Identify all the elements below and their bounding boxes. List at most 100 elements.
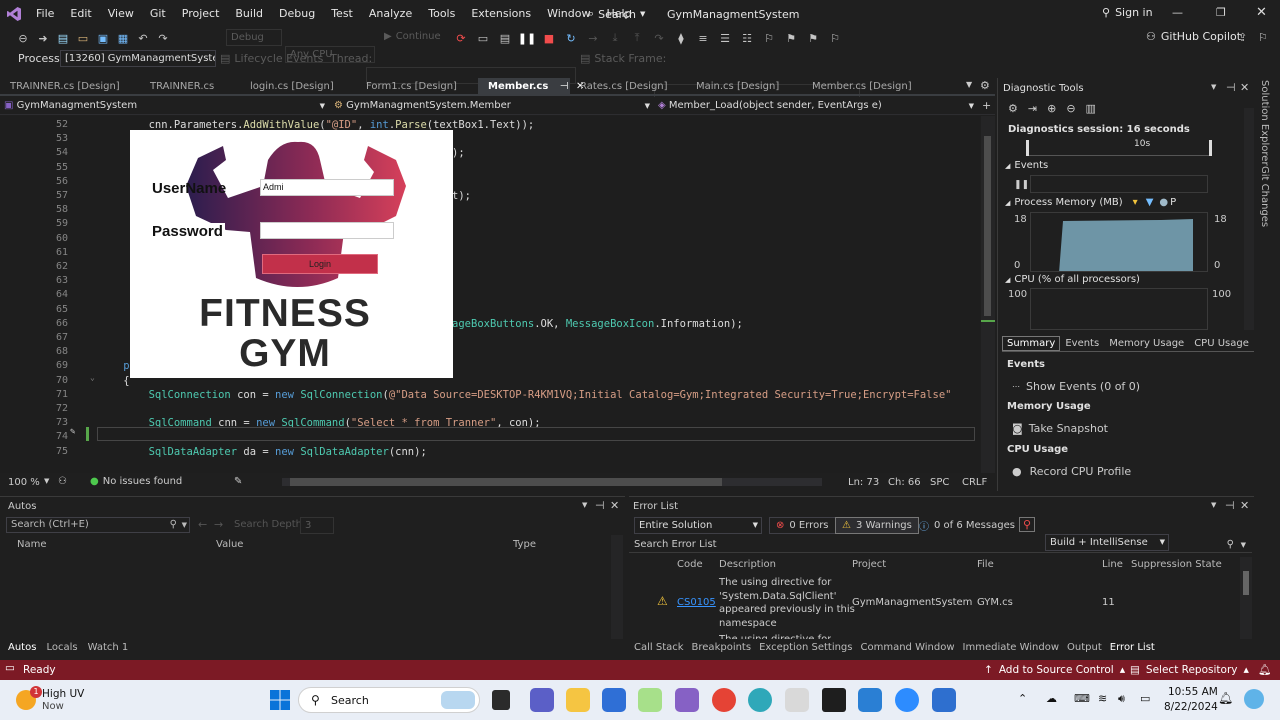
- line-number[interactable]: Ln: 73: [848, 477, 879, 488]
- h-scroll[interactable]: [282, 478, 822, 486]
- store-icon[interactable]: [602, 688, 626, 712]
- char-number[interactable]: Ch: 66: [888, 477, 921, 488]
- tab-locals[interactable]: Locals: [46, 642, 77, 653]
- nav-project-dropdown[interactable]: ▣ GymManagmentSystem ▼: [4, 98, 329, 114]
- teams-icon[interactable]: [530, 688, 554, 712]
- cpu-section[interactable]: ◢ CPU (% of all processors): [1005, 274, 1140, 285]
- error-row[interactable]: ⚠ CS0105 The using directive for 'System…: [629, 573, 1239, 631]
- take-snapshot-button[interactable]: ◙ Take Snapshot: [1012, 422, 1108, 435]
- step-icon[interactable]: →: [584, 29, 602, 47]
- col-file[interactable]: File: [977, 559, 994, 570]
- pin-icon[interactable]: ⊣: [560, 81, 569, 92]
- menu-file[interactable]: File: [28, 0, 62, 28]
- col-line[interactable]: Line: [1102, 559, 1123, 570]
- tab-main-design[interactable]: Main.cs [Design]: [686, 78, 802, 96]
- tray-chevron-icon[interactable]: ⌃: [1018, 692, 1027, 705]
- autos-close-icon[interactable]: ✕: [610, 499, 619, 512]
- tab-login-design[interactable]: login.cs [Design]: [240, 78, 356, 96]
- col-suppression[interactable]: Suppression State: [1131, 559, 1222, 570]
- threads-icon[interactable]: ≡: [694, 29, 712, 47]
- messages-filter[interactable]: ⓘ 0 of 6 Messages: [915, 517, 1019, 534]
- errlist-close-icon[interactable]: ✕: [1240, 499, 1249, 512]
- edge-icon[interactable]: [748, 688, 772, 712]
- feedback-icon[interactable]: ⚐: [1258, 31, 1268, 44]
- quick-actions-icon[interactable]: ✎: [70, 427, 75, 437]
- config-combo[interactable]: Debug: [226, 29, 282, 46]
- open-icon[interactable]: ▭: [74, 29, 92, 47]
- zoom-out-icon[interactable]: ⊖: [1066, 102, 1075, 115]
- diag-pin-icon[interactable]: ⊣: [1226, 81, 1236, 94]
- git-changes-tab[interactable]: Git Changes: [1259, 166, 1270, 227]
- menu-edit[interactable]: Edit: [62, 0, 99, 28]
- bookmark-icon[interactable]: ⚐: [760, 29, 778, 47]
- task-view-icon[interactable]: [492, 690, 510, 710]
- stop-icon[interactable]: ■: [540, 29, 558, 47]
- username-input[interactable]: Admi: [260, 179, 394, 196]
- indent-mode[interactable]: SPC: [930, 477, 949, 488]
- mail-icon[interactable]: [932, 688, 956, 712]
- search-depth-combo[interactable]: 3: [300, 517, 334, 534]
- restart-icon[interactable]: ↻: [562, 29, 580, 47]
- status-output-icon[interactable]: ▭: [5, 662, 15, 674]
- back-icon[interactable]: ⊖: [14, 29, 32, 47]
- errlist-vscroll[interactable]: [1240, 557, 1252, 639]
- close-button[interactable]: ✕: [1256, 5, 1267, 20]
- tab-form1-design[interactable]: Form1.cs [Design]: [356, 78, 476, 96]
- visual-studio-icon[interactable]: [675, 688, 699, 712]
- tab-member-cs[interactable]: Member.cs ⊣ ✕: [478, 78, 584, 96]
- export-icon[interactable]: ⇥: [1028, 102, 1037, 115]
- save-all-icon[interactable]: ▦: [114, 29, 132, 47]
- bookmark-next-icon[interactable]: ⚑: [804, 29, 822, 47]
- bookmark-clear-icon[interactable]: ⚐: [826, 29, 844, 47]
- tab-autos[interactable]: Autos: [8, 642, 36, 653]
- autos-search-input[interactable]: Search (Ctrl+E) ⚲ ▼: [6, 517, 190, 533]
- tab-rates-design[interactable]: Rates.cs [Design]: [570, 78, 686, 96]
- search-menu[interactable]: ⌕ Search ▼: [588, 6, 645, 22]
- password-input[interactable]: [260, 222, 394, 239]
- uncomment-icon[interactable]: ☷: [738, 29, 756, 47]
- chart-icon[interactable]: ▥: [1086, 102, 1096, 115]
- menu-view[interactable]: View: [100, 0, 142, 28]
- battery-icon[interactable]: ▭: [1140, 692, 1150, 705]
- scroll-thumb[interactable]: [984, 136, 991, 316]
- share-icon[interactable]: ⇪: [1238, 31, 1247, 44]
- chrome-icon[interactable]: [712, 688, 736, 712]
- login-button[interactable]: Login: [262, 254, 378, 274]
- new-project-icon[interactable]: ▤: [54, 29, 72, 47]
- record-cpu-button[interactable]: ● Record CPU Profile: [1012, 465, 1131, 478]
- tab-dropdown-icon[interactable]: ▼: [966, 80, 972, 89]
- errlist-scroll-thumb[interactable]: [1243, 571, 1249, 595]
- add-to-source-control[interactable]: ↑ Add to Source Control ▲: [984, 664, 1125, 676]
- events-section[interactable]: ◢ Events: [1005, 160, 1048, 171]
- errors-filter[interactable]: ⊗ 0 Errors: [769, 517, 836, 534]
- clock-date[interactable]: 8/22/2024: [1164, 701, 1218, 713]
- editor-vscroll-bar[interactable]: [981, 116, 995, 473]
- errlist-pin-icon[interactable]: ⊣: [1225, 499, 1235, 512]
- diag-vscroll[interactable]: [1244, 108, 1254, 330]
- autos-dropdown-icon[interactable]: ▼: [582, 501, 587, 509]
- tab-member-design[interactable]: Member.cs [Design]: [802, 78, 922, 96]
- select-repository[interactable]: ▤ Select Repository ▲: [1130, 664, 1249, 676]
- col-type[interactable]: Type: [513, 539, 536, 550]
- step-out-icon[interactable]: ⤒: [628, 29, 646, 47]
- menu-project[interactable]: Project: [174, 0, 228, 28]
- diag-close-icon[interactable]: ✕: [1240, 81, 1249, 94]
- autos-vscroll[interactable]: [611, 535, 623, 639]
- tab-watch1[interactable]: Watch 1: [88, 642, 129, 653]
- tab-immediate-window[interactable]: Immediate Window: [963, 642, 1060, 653]
- weather-widget[interactable]: 1 High UV Now: [16, 686, 126, 714]
- issues-indicator[interactable]: ● No issues found: [90, 476, 182, 487]
- continue-button[interactable]: ▶ Continue: [384, 31, 441, 42]
- tab-exception-settings[interactable]: Exception Settings: [759, 642, 852, 653]
- snipping-tool-icon[interactable]: [638, 688, 662, 712]
- taskbar-search[interactable]: ⚲ Search: [298, 687, 480, 713]
- step-into-icon[interactable]: ⤓: [606, 29, 624, 47]
- scope-combo[interactable]: Entire Solution ▼: [634, 517, 762, 534]
- line-ending[interactable]: CRLF: [962, 477, 987, 488]
- process-combo[interactable]: [13260] GymManagmentSystem.e: [60, 50, 216, 67]
- forward-icon[interactable]: ➜: [34, 29, 52, 47]
- menu-tools[interactable]: Tools: [420, 0, 463, 28]
- sign-in-button[interactable]: ⚲ Sign in: [1102, 6, 1153, 19]
- copilot-status-icon[interactable]: ⚇: [58, 476, 67, 487]
- menu-extensions[interactable]: Extensions: [463, 0, 539, 28]
